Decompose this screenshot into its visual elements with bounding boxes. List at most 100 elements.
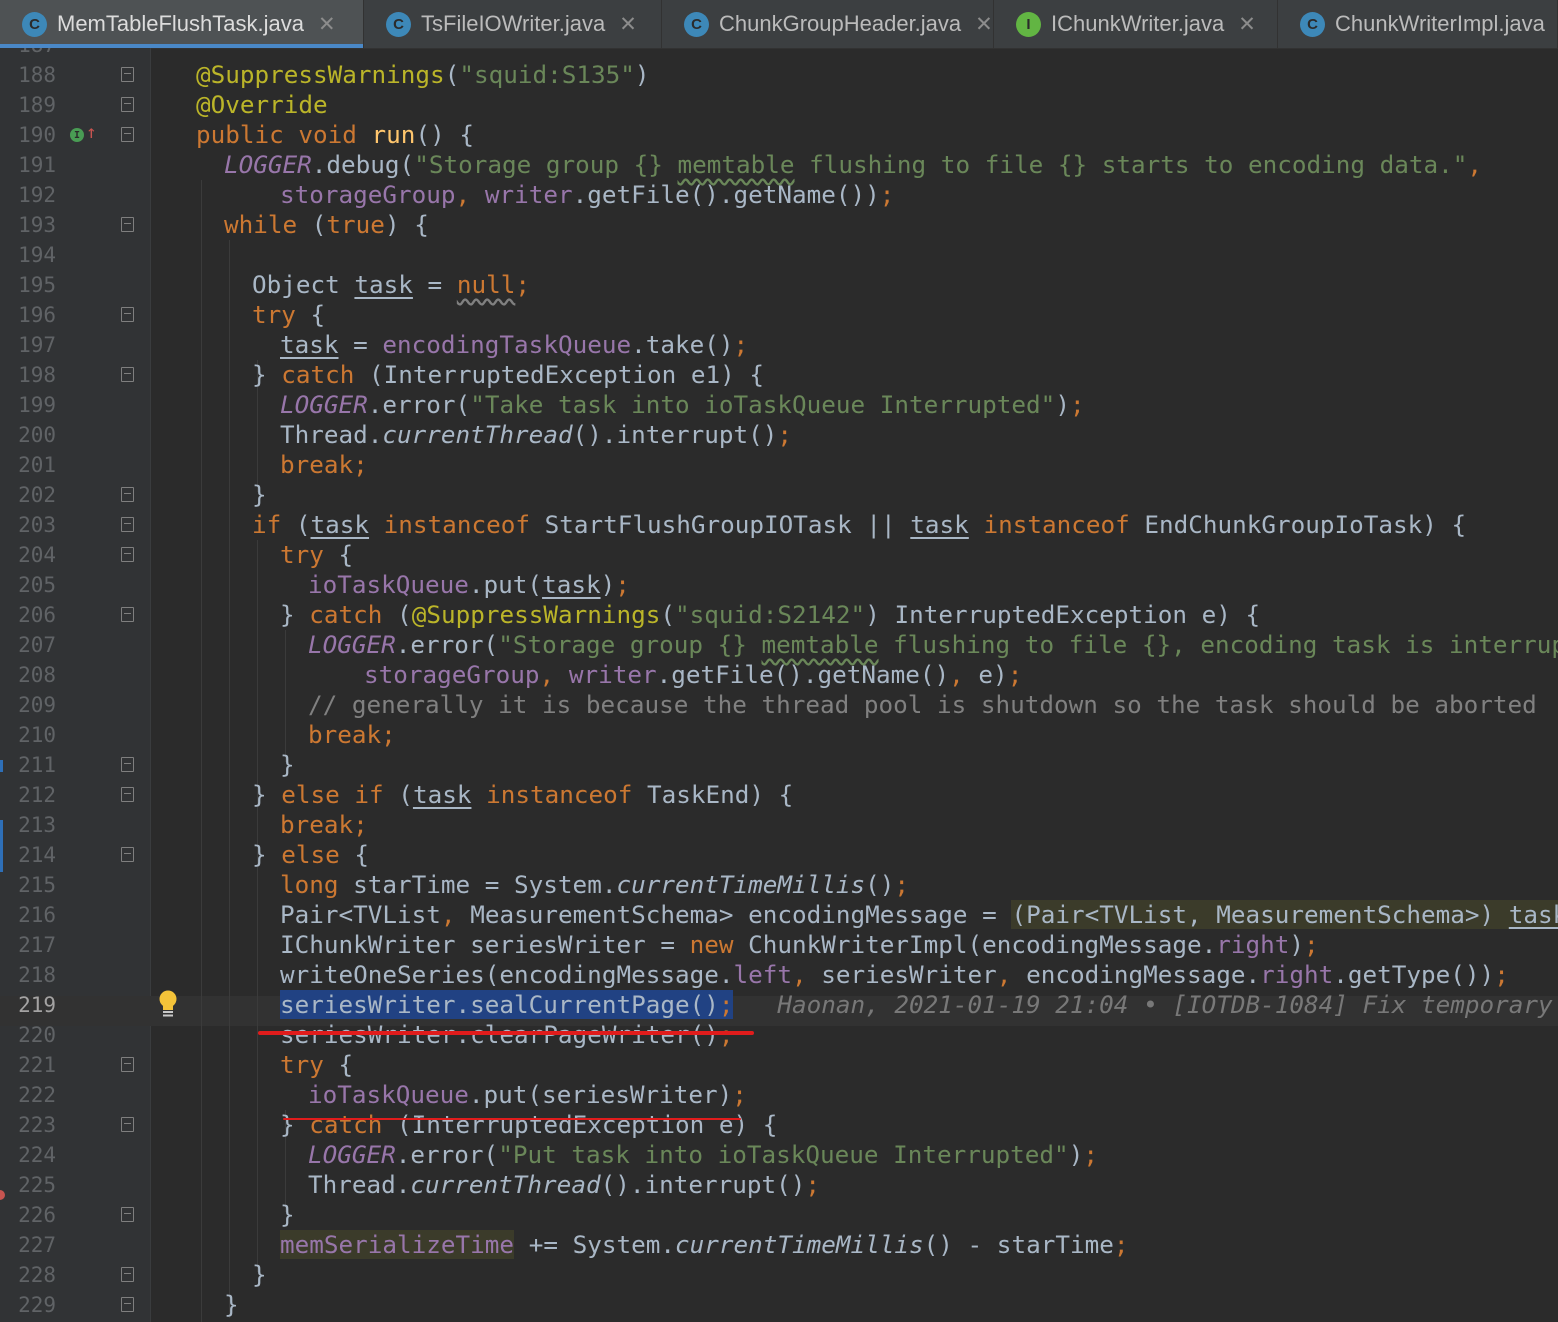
line-number[interactable]: 193 <box>0 210 56 240</box>
line-number[interactable]: 225 <box>0 1170 56 1200</box>
fold-collapse-icon[interactable] <box>121 217 134 232</box>
lightbulb-icon[interactable] <box>155 990 183 1020</box>
code-editor[interactable]: 187188 @SuppressWarnings("squid:S135") 189… <box>0 48 1558 1322</box>
code-text[interactable]: break; <box>280 810 368 840</box>
code-text[interactable]: LOGGER.debug("Storage group {} memtable … <box>224 150 1482 180</box>
code-line[interactable]: 216 Pair<TVList, MeasurementSchema> encod… <box>0 900 1558 930</box>
code-line[interactable]: 197 task = encodingTaskQueue.take(); <box>0 330 1558 360</box>
code-text[interactable]: break; <box>308 720 396 750</box>
code-text[interactable]: } <box>280 750 295 780</box>
line-number[interactable]: 217 <box>0 930 56 960</box>
code-text[interactable]: storageGroup, writer.getFile().getName()… <box>280 180 894 210</box>
code-text[interactable]: try { <box>280 1050 353 1080</box>
code-line[interactable]: 218 writeOneSeries(encodingMessage.left, … <box>0 960 1558 990</box>
code-text[interactable]: if (task instanceof StartFlushGroupIOTas… <box>252 510 1466 540</box>
code-text[interactable]: } catch (InterruptedException e) { <box>280 1110 777 1140</box>
line-number[interactable]: 195 <box>0 270 56 300</box>
fold-end-icon[interactable] <box>121 1297 134 1312</box>
line-number[interactable]: 197 <box>0 330 56 360</box>
line-number[interactable]: 220 <box>0 1020 56 1050</box>
code-line[interactable]: 224 LOGGER.error("Put task into ioTaskQue… <box>0 1140 1558 1170</box>
implements-method-icon[interactable]: I <box>70 128 84 142</box>
code-text[interactable]: memSerializeTime += System.currentTimeMi… <box>280 1230 1128 1260</box>
code-text[interactable]: } <box>252 480 267 510</box>
tab-chunkgroupheader[interactable]: C ChunkGroupHeader.java ✕ <box>662 0 994 48</box>
code-line[interactable]: 213 break; <box>0 810 1558 840</box>
code-text[interactable]: Thread.currentThread().interrupt(); <box>308 1170 820 1200</box>
code-line[interactable]: 194 <box>0 240 1558 270</box>
code-line[interactable]: 229} <box>0 1290 1558 1320</box>
line-number[interactable]: 221 <box>0 1050 56 1080</box>
code-text[interactable]: Pair<TVList, MeasurementSchema> encoding… <box>280 900 1558 930</box>
code-line[interactable]: 202} <box>0 480 1558 510</box>
line-number[interactable]: 194 <box>0 240 56 270</box>
fold-collapse-icon[interactable] <box>121 1057 134 1072</box>
code-text[interactable]: try { <box>252 300 325 330</box>
code-line[interactable]: 204 try { <box>0 540 1558 570</box>
line-number[interactable]: 188 <box>0 60 56 90</box>
close-icon[interactable]: ✕ <box>975 12 993 37</box>
code-text[interactable]: Object task = null; <box>252 270 530 300</box>
line-number[interactable]: 203 <box>0 510 56 540</box>
line-number[interactable]: 191 <box>0 150 56 180</box>
line-number[interactable]: 200 <box>0 420 56 450</box>
code-line[interactable]: 205 ioTaskQueue.put(task); <box>0 570 1558 600</box>
code-text[interactable]: try { <box>280 540 353 570</box>
line-number[interactable]: 223 <box>0 1110 56 1140</box>
line-number[interactable]: 198 <box>0 360 56 390</box>
code-line[interactable]: 209 // generally it is because the thread… <box>0 690 1558 720</box>
code-line[interactable]: 222 ioTaskQueue.put(seriesWriter); <box>0 1080 1558 1110</box>
code-line[interactable]: 225 Thread.currentThread().interrupt(); <box>0 1170 1558 1200</box>
line-number[interactable]: 211 <box>0 750 56 780</box>
line-number[interactable]: 206 <box>0 600 56 630</box>
line-number[interactable]: 210 <box>0 720 56 750</box>
code-line[interactable]: 227 memSerializeTime += System.currentTim… <box>0 1230 1558 1260</box>
tab-ichunkwriter[interactable]: I IChunkWriter.java ✕ <box>994 0 1278 48</box>
code-line[interactable]: 195 Object task = null; <box>0 270 1558 300</box>
code-text[interactable]: } <box>252 1260 267 1290</box>
line-number[interactable]: 190 <box>0 120 56 150</box>
code-text[interactable]: } catch (InterruptedException e1) { <box>252 360 764 390</box>
close-icon[interactable]: ✕ <box>619 12 637 37</box>
code-line[interactable]: 211} <box>0 750 1558 780</box>
code-line[interactable]: 196 try { <box>0 300 1558 330</box>
line-number[interactable]: 189 <box>0 90 56 120</box>
line-number[interactable]: 216 <box>0 900 56 930</box>
code-text[interactable]: @SuppressWarnings("squid:S135") <box>196 60 650 90</box>
code-line[interactable]: 219 seriesWriter.sealCurrentPage(); Haona… <box>0 990 1558 1020</box>
code-text[interactable]: } catch (@SuppressWarnings("squid:S2142"… <box>280 600 1260 630</box>
fold-collapse-icon[interactable] <box>121 307 134 322</box>
line-number[interactable]: 187 <box>0 48 56 60</box>
line-number[interactable]: 228 <box>0 1260 56 1290</box>
code-line[interactable]: 188 @SuppressWarnings("squid:S135") <box>0 60 1558 90</box>
code-line[interactable]: 193 while (true) { <box>0 210 1558 240</box>
code-line[interactable]: 210 break; <box>0 720 1558 750</box>
fold-collapse-icon[interactable] <box>121 787 134 802</box>
code-text[interactable]: ioTaskQueue.put(seriesWriter); <box>308 1080 747 1110</box>
line-number[interactable]: 229 <box>0 1290 56 1320</box>
line-number[interactable]: 208 <box>0 660 56 690</box>
code-text[interactable]: break; <box>280 450 368 480</box>
code-text[interactable]: } else if (task instanceof TaskEnd) { <box>252 780 793 810</box>
code-line[interactable]: 207 LOGGER.error("Storage group {} memtab… <box>0 630 1558 660</box>
code-text[interactable]: LOGGER.error("Put task into ioTaskQueue … <box>308 1140 1098 1170</box>
code-text[interactable]: } <box>224 1290 239 1320</box>
code-text[interactable]: Thread.currentThread().interrupt(); <box>280 420 792 450</box>
line-number[interactable]: 215 <box>0 870 56 900</box>
fold-collapse-icon[interactable] <box>121 517 134 532</box>
code-text[interactable]: seriesWriter.clearPageWriter(); <box>280 1020 733 1050</box>
code-line[interactable]: 206 } catch (@SuppressWarnings("squid:S21… <box>0 600 1558 630</box>
fold-end-icon[interactable] <box>121 847 134 862</box>
line-number[interactable]: 202 <box>0 480 56 510</box>
code-text[interactable]: task = encodingTaskQueue.take(); <box>280 330 748 360</box>
fold-end-icon[interactable] <box>121 1207 134 1222</box>
code-text[interactable]: storageGroup, writer.getFile().getName()… <box>364 660 1022 690</box>
code-line[interactable]: 221 try { <box>0 1050 1558 1080</box>
code-text[interactable]: @Override <box>196 90 328 120</box>
code-line[interactable]: 201 break; <box>0 450 1558 480</box>
close-icon[interactable]: ✕ <box>318 12 336 37</box>
code-text[interactable]: LOGGER.error("Storage group {} memtable … <box>308 630 1558 660</box>
code-line[interactable]: 199 LOGGER.error("Take task into ioTaskQu… <box>0 390 1558 420</box>
close-icon[interactable]: ✕ <box>1238 12 1256 37</box>
line-number[interactable]: 204 <box>0 540 56 570</box>
